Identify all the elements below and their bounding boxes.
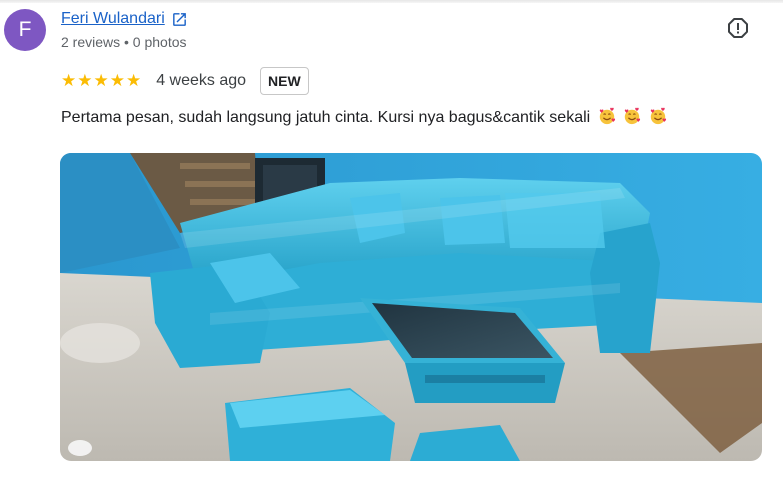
author-row: Feri Wulandari xyxy=(61,10,188,28)
smiling-face-with-hearts-icon xyxy=(650,107,666,125)
report-icon[interactable] xyxy=(726,16,750,40)
divider xyxy=(0,0,783,3)
rating-row: ★★★★★ 4 weeks ago NEW xyxy=(61,67,309,95)
author-meta: 2 reviews • 0 photos xyxy=(61,34,187,50)
review-time: 4 weeks ago xyxy=(156,72,247,89)
sofa-photo-illustration xyxy=(60,153,762,461)
smiling-face-with-hearts-icon xyxy=(624,107,641,125)
review-card: F Feri Wulandari 2 reviews • 0 photos ★★… xyxy=(0,0,783,495)
open-in-new-icon[interactable] xyxy=(171,11,188,28)
author-name-link[interactable]: Feri Wulandari xyxy=(61,10,165,28)
avatar-letter: F xyxy=(18,18,32,41)
avatar[interactable]: F xyxy=(4,9,46,51)
new-badge: NEW xyxy=(260,67,309,95)
smiling-face-with-hearts-icon xyxy=(599,107,615,125)
review-photo[interactable] xyxy=(60,153,762,461)
star-rating: ★★★★★ xyxy=(61,71,143,90)
review-text: Pertama pesan, sudah langsung jatuh cint… xyxy=(61,109,591,126)
review-text-row: Pertama pesan, sudah langsung jatuh cint… xyxy=(61,107,667,127)
